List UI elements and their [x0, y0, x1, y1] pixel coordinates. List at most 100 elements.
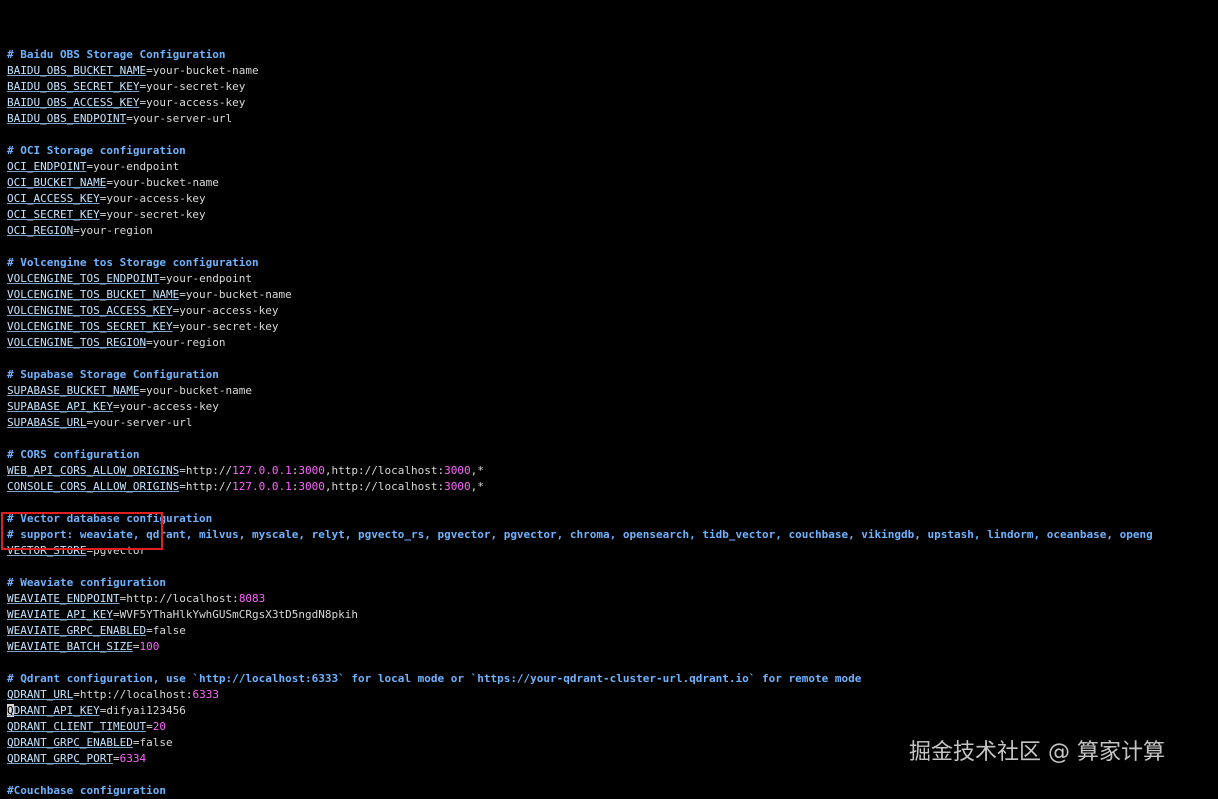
- config-key: WEB_API_CORS_ALLOW_ORIGINS: [7, 464, 180, 477]
- equals-sign: =: [179, 288, 186, 301]
- config-line: WEAVIATE_API_KEY=WVF5YThaHlkYwhGUSmCRgsX…: [7, 607, 1218, 623]
- config-number: 3000: [298, 464, 325, 477]
- equals-sign: =: [146, 720, 153, 733]
- config-line: BAIDU_OBS_BUCKET_NAME=your-bucket-name: [7, 63, 1218, 79]
- config-key: BAIDU_OBS_ENDPOINT: [7, 112, 127, 125]
- config-value: your-access-key: [146, 96, 246, 109]
- config-line: WEAVIATE_BATCH_SIZE=100: [7, 639, 1218, 655]
- config-value: your-bucket-name: [185, 288, 292, 301]
- config-value: false: [152, 624, 186, 637]
- config-value: your-access-key: [179, 304, 279, 317]
- comment-line: # Baidu OBS Storage Configuration: [7, 47, 1218, 63]
- highlight-box-vector-store: [1, 512, 163, 550]
- config-number: 127.0.0.1: [232, 480, 292, 493]
- comment-line: # CORS configuration: [7, 447, 1218, 463]
- config-line: OCI_ACCESS_KEY=your-access-key: [7, 191, 1218, 207]
- config-line: OCI_SECRET_KEY=your-secret-key: [7, 207, 1218, 223]
- comment-text: #Couchbase configuration: [7, 784, 166, 797]
- config-line: SUPABASE_URL=your-server-url: [7, 415, 1218, 431]
- comment-text: # OCI Storage configuration: [7, 144, 186, 157]
- equals-sign: =: [179, 464, 186, 477]
- config-line: WEAVIATE_ENDPOINT=http://localhost:8083: [7, 591, 1218, 607]
- equals-sign: =: [112, 752, 120, 765]
- config-line: BAIDU_OBS_ACCESS_KEY=your-access-key: [7, 95, 1218, 111]
- comment-line: # Volcengine tos Storage configuration: [7, 255, 1218, 271]
- config-key: VOLCENGINE_TOS_ENDPOINT: [7, 272, 160, 285]
- config-key: VOLCENGINE_TOS_SECRET_KEY: [7, 320, 173, 333]
- config-value: http://: [185, 480, 233, 493]
- equals-sign: =: [146, 336, 153, 349]
- equals-sign: =: [112, 400, 120, 413]
- config-line: CONSOLE_CORS_ALLOW_ORIGINS=http://127.0.…: [7, 479, 1218, 495]
- comment-line: # OCI Storage configuration: [7, 143, 1218, 159]
- config-number: 6333: [192, 688, 219, 701]
- config-line: OCI_BUCKET_NAME=your-bucket-name: [7, 175, 1218, 191]
- config-key: VOLCENGINE_TOS_BUCKET_NAME: [7, 288, 180, 301]
- config-key: QDRANT_GRPC_PORT: [7, 752, 113, 765]
- config-line: OCI_REGION=your-region: [7, 223, 1218, 239]
- config-number: 127.0.0.1: [232, 464, 292, 477]
- config-value: your-secret-key: [146, 80, 246, 93]
- config-value: your-secret-key: [179, 320, 279, 333]
- comment-text: # Weaviate configuration: [7, 576, 166, 589]
- config-key: QDRANT_URL: [7, 688, 74, 701]
- config-key: WEAVIATE_ENDPOINT: [7, 592, 120, 605]
- config-line: VOLCENGINE_TOS_ACCESS_KEY=your-access-ke…: [7, 303, 1218, 319]
- config-value: WVF5YThaHlkYwhGUSmCRgsX3tD5ngdN8pkih: [119, 608, 359, 621]
- config-key: OCI_BUCKET_NAME: [7, 176, 107, 189]
- config-value: http://: [185, 464, 233, 477]
- comment-line: # Vector database configuration: [7, 511, 1218, 527]
- config-line: SUPABASE_API_KEY=your-access-key: [7, 399, 1218, 415]
- config-value: difyai123456: [106, 704, 186, 717]
- config-value: your-region: [152, 336, 226, 349]
- config-key: VOLCENGINE_TOS_REGION: [7, 336, 147, 349]
- comment-line: # Supabase Storage Configuration: [7, 367, 1218, 383]
- comment-text: # Supabase Storage Configuration: [7, 368, 219, 381]
- config-number: 8083: [238, 592, 266, 605]
- config-key: DRANT_API_KEY: [13, 704, 100, 717]
- config-number: 20: [152, 720, 166, 733]
- comment-line: # support: weaviate, qdrant, milvus, mys…: [7, 527, 1218, 543]
- config-value: your-server-url: [93, 416, 193, 429]
- config-key: BAIDU_OBS_SECRET_KEY: [7, 80, 140, 93]
- equals-sign: =: [73, 688, 80, 701]
- config-key: VOLCENGINE_TOS_ACCESS_KEY: [7, 304, 173, 317]
- config-line: VOLCENGINE_TOS_SECRET_KEY=your-secret-ke…: [7, 319, 1218, 335]
- config-line: QDRANT_URL=http://localhost:6333: [7, 687, 1218, 703]
- config-key: CONSOLE_CORS_ALLOW_ORIGINS: [7, 480, 180, 493]
- config-number: 3000: [444, 480, 471, 493]
- config-key: SUPABASE_BUCKET_NAME: [7, 384, 140, 397]
- config-number: 6334: [119, 752, 147, 765]
- text-cursor: Q: [7, 704, 14, 717]
- equals-sign: =: [112, 608, 120, 621]
- config-value: http://localhost:: [126, 592, 239, 605]
- comment-line: # Qdrant configuration, use `http://loca…: [7, 671, 1218, 687]
- config-line: OCI_ENDPOINT=your-endpoint: [7, 159, 1218, 175]
- config-key: WEAVIATE_API_KEY: [7, 608, 113, 621]
- config-value: your-bucket-name: [112, 176, 219, 189]
- equals-sign: =: [146, 64, 153, 77]
- config-value: your-server-url: [132, 112, 233, 125]
- config-line: BAIDU_OBS_SECRET_KEY=your-secret-key: [7, 79, 1218, 95]
- config-line: WEAVIATE_GRPC_ENABLED=false: [7, 623, 1218, 639]
- config-line: VOLCENGINE_TOS_REGION=your-region: [7, 335, 1218, 351]
- config-key: SUPABASE_URL: [7, 416, 87, 429]
- config-line: BAIDU_OBS_ENDPOINT=your-server-url: [7, 111, 1218, 127]
- config-key: OCI_REGION: [7, 224, 74, 237]
- comment-line: #Couchbase configuration: [7, 783, 1218, 799]
- config-value: ,http://localhost:: [324, 480, 445, 493]
- watermark: 掘金技术社区 @ 算家计算: [909, 740, 1165, 765]
- config-value: ,*: [470, 480, 484, 493]
- terminal-editor[interactable]: # Baidu OBS Storage Configuration BAIDU_O…: [7, 31, 1218, 799]
- config-value: your-region: [79, 224, 153, 237]
- config-key: QDRANT_GRPC_ENABLED: [7, 736, 133, 749]
- comment-line: # Weaviate configuration: [7, 575, 1218, 591]
- config-line: VOLCENGINE_TOS_ENDPOINT=your-endpoint: [7, 271, 1218, 287]
- config-value: false: [139, 736, 173, 749]
- config-value: your-access-key: [106, 192, 206, 205]
- config-line: SUPABASE_BUCKET_NAME=your-bucket-name: [7, 383, 1218, 399]
